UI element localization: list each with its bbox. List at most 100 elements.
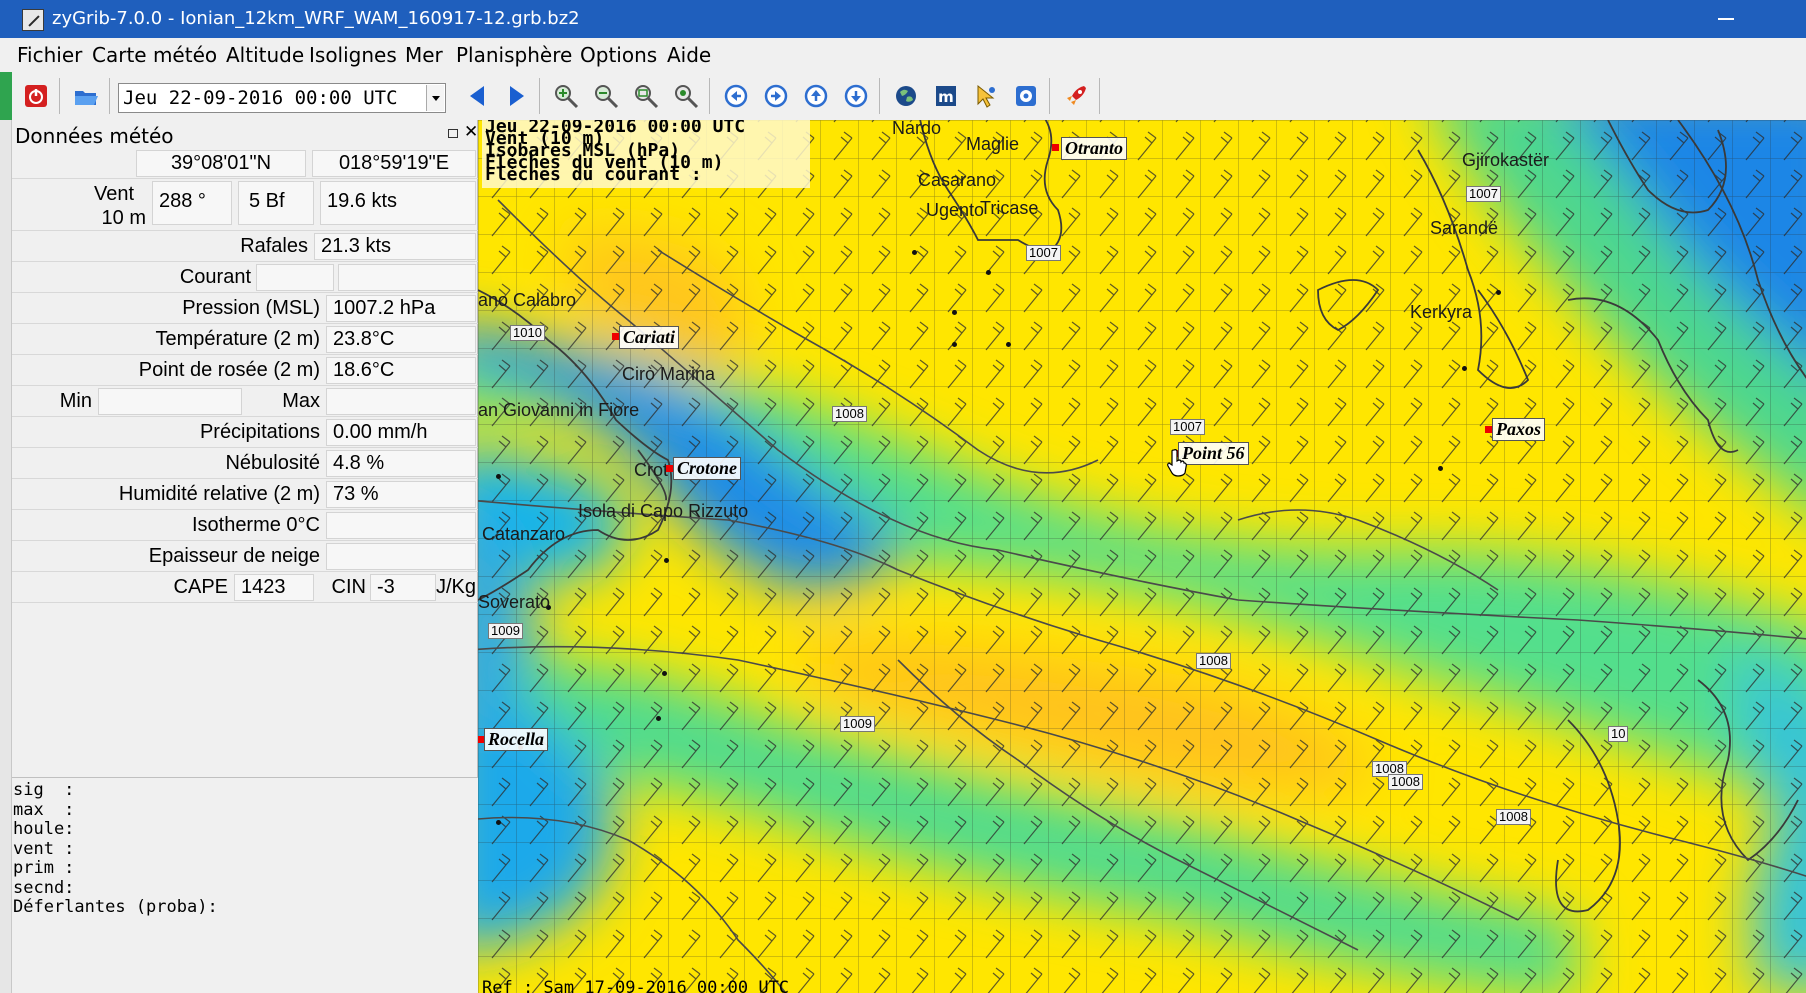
snow-value — [326, 543, 476, 570]
city-label: Isola di Capo Rizzuto — [578, 501, 749, 521]
humidity-value: 73 % — [326, 481, 476, 508]
isotherm-label: Isotherme 0°C — [191, 514, 320, 536]
cin-value: -3 — [370, 574, 436, 601]
place-paxos[interactable]: Paxos — [1492, 418, 1545, 441]
date-selector[interactable]: Jeu 22-09-2016 00:00 UTC — [118, 83, 446, 113]
zoom-out-icon[interactable] — [592, 82, 620, 110]
pan-down-icon[interactable] — [842, 82, 870, 110]
wind-direction-value: 288 ° — [152, 181, 232, 225]
place-otranto[interactable]: Otranto — [1061, 137, 1128, 160]
wind-height-label: 10 m — [101, 207, 146, 229]
temperature-value: 23.8°C — [326, 326, 476, 353]
temperature-label: Température (2 m) — [155, 328, 321, 350]
isobar-label: 1009 — [488, 623, 523, 639]
wave-line: max : — [13, 799, 75, 820]
dewpoint-row: Point de rosée (2 m) 18.6°C — [12, 355, 478, 386]
city-label: Catanzaro — [482, 524, 566, 544]
float-icon[interactable] — [448, 129, 458, 138]
cloud-label: Nébulosité — [225, 452, 320, 474]
isobar-label: 1007 — [1170, 419, 1205, 435]
cin-label: CIN — [331, 576, 366, 598]
pan-left-icon[interactable] — [722, 82, 750, 110]
date-selector-value: Jeu 22-09-2016 00:00 UTC — [123, 87, 398, 109]
temperature-row: Température (2 m) 23.8°C — [12, 324, 478, 355]
place-point-56[interactable]: Point 56 — [1178, 442, 1249, 465]
city-label: Gjirokastër — [1462, 150, 1550, 170]
info-icon[interactable] — [1012, 82, 1040, 110]
isobar-label: 1010 — [510, 325, 545, 341]
place-rocella[interactable]: Rocella — [484, 728, 548, 751]
place-crotone[interactable]: Crotone — [673, 457, 742, 480]
city-label: Kerkyra — [1410, 302, 1473, 322]
isobar-label: 1008 — [1388, 774, 1423, 790]
isobar-label: 1008 — [832, 406, 867, 422]
select-tool-icon[interactable] — [972, 82, 1000, 110]
snow-row: Epaisseur de neige — [12, 541, 478, 572]
map-legend: Jeu 22-09-2016 00:00 UTC Vent (10 m) Iso… — [482, 120, 810, 188]
menu-options[interactable]: Options — [580, 43, 657, 67]
wind-row: Vent 10 m 288 ° 5 Bf 19.6 kts — [12, 179, 478, 231]
gusts-row: Rafales 21.3 kts — [12, 231, 478, 262]
weather-data-panel: Données météo ✕ 39°08'01"N 018°59'19"E V… — [12, 120, 478, 993]
wave-line: houle: — [13, 819, 75, 839]
pan-right-icon[interactable] — [762, 82, 790, 110]
current-label: Courant — [179, 266, 251, 288]
humidity-label: Humidité relative (2 m) — [118, 483, 320, 505]
menu-fichier[interactable]: Fichier — [17, 43, 82, 67]
city-label: Tricase — [980, 198, 1039, 218]
next-arrow-icon[interactable] — [502, 82, 530, 110]
weather-map[interactable]: Jeu 22-09-2016 00:00 UTC Vent (10 m) Iso… — [478, 120, 1806, 993]
current-speed-value — [338, 264, 476, 291]
zoom-area-icon[interactable] — [632, 82, 660, 110]
zoom-fit-icon[interactable] — [672, 82, 700, 110]
min-label: Min — [59, 390, 92, 412]
open-folder-icon[interactable] — [72, 82, 100, 110]
minimize-button[interactable] — [1718, 18, 1734, 20]
city-label: Sarandë — [1430, 218, 1499, 238]
globe-icon[interactable] — [892, 82, 920, 110]
cape-unit-label: J/Kg — [436, 576, 477, 598]
hand-cursor-icon — [1167, 449, 1187, 477]
wind-beaufort-value: 5 Bf — [238, 181, 314, 225]
pressure-row: Pression (MSL) 1007.2 hPa — [12, 293, 478, 324]
place-cariati[interactable]: Cariati — [619, 326, 680, 349]
power-icon[interactable] — [22, 82, 50, 110]
max-value — [326, 388, 476, 415]
rocket-icon[interactable] — [1062, 82, 1090, 110]
prev-arrow-icon[interactable] — [464, 82, 492, 110]
map-canvas[interactable] — [478, 120, 1806, 993]
menu-aide[interactable]: Aide — [667, 43, 711, 67]
chevron-down-icon[interactable] — [426, 85, 444, 111]
side-strip — [0, 120, 12, 993]
zoom-in-icon[interactable] — [552, 82, 580, 110]
wave-line: vent : — [13, 838, 75, 859]
city-label: ano Calabro — [478, 290, 577, 310]
wave-line: sig : — [13, 780, 75, 800]
menu-planisphere[interactable]: Planisphère — [456, 43, 572, 67]
dewpoint-label: Point de rosée (2 m) — [138, 359, 320, 381]
precipitation-row: Précipitations 0.00 mm/h — [12, 417, 478, 448]
menu-mer[interactable]: Mer — [405, 43, 443, 67]
cloud-row: Nébulosité 4.8 % — [12, 448, 478, 479]
wave-line: Déferlantes (proba): — [13, 897, 218, 917]
humidity-row: Humidité relative (2 m) 73 % — [12, 479, 478, 510]
close-icon[interactable]: ✕ — [464, 122, 478, 142]
pressure-value: 1007.2 hPa — [326, 295, 476, 322]
side-accent — [0, 72, 12, 120]
city-label: Nardo — [892, 120, 942, 138]
menu-carte-meteo[interactable]: Carte météo — [92, 43, 217, 67]
menu-isolignes[interactable]: Isolignes — [309, 43, 397, 67]
isobar-label: 1008 — [1496, 809, 1531, 825]
pan-up-icon[interactable] — [802, 82, 830, 110]
meteoblue-icon[interactable]: m — [932, 82, 960, 110]
isotherm-value — [326, 512, 476, 539]
latitude-value: 39°08'01"N — [136, 150, 306, 177]
city-label: Maglie — [966, 134, 1020, 154]
isobar-label: 1009 — [840, 716, 875, 732]
title-bar: zyGrib-7.0.0 - Ionian_12km_WRF_WAM_16091… — [0, 0, 1806, 38]
menu-altitude[interactable]: Altitude — [226, 43, 304, 67]
max-label: Max — [282, 390, 320, 412]
panel-header: Données météo ✕ — [12, 120, 478, 148]
longitude-value: 018°59'19"E — [312, 150, 476, 177]
wave-info-block: sig : max : houle: vent : prim : secnd: … — [12, 777, 478, 993]
